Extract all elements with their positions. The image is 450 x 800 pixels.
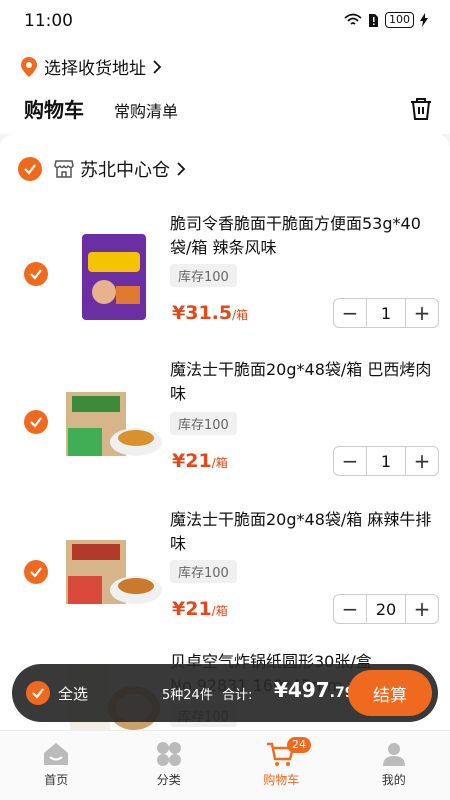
select-all-checkbox[interactable] — [26, 681, 50, 705]
increase-button[interactable]: + — [406, 595, 438, 623]
tab-label: 购物车 — [263, 773, 300, 787]
check-icon — [24, 164, 36, 175]
store-row: 苏北中心仓 — [18, 156, 186, 182]
increase-button[interactable]: + — [406, 447, 438, 475]
product-image-snack-bag[interactable] — [64, 228, 164, 328]
item-price: ¥31.5/箱 — [172, 302, 248, 324]
checkout-button[interactable]: 结算 — [348, 670, 432, 716]
quantity-stepper: − 20 + — [333, 594, 439, 624]
quantity-value[interactable]: 1 — [366, 447, 406, 475]
cart-item: 魔法士干脆面20g*48袋/箱 麻辣牛排味 库存100 ¥21/箱 − 20 + — [0, 502, 450, 652]
item-title[interactable]: 魔法士干脆面20g*48袋/箱 巴西烤肉味 — [170, 358, 440, 406]
store-icon — [54, 160, 74, 178]
total-label: 合计: — [222, 688, 253, 703]
price-unit: /箱 — [211, 604, 228, 618]
cart-item: 魔法士干脆面20g*48袋/箱 巴西烤肉味 库存100 ¥21/箱 − 1 + — [0, 354, 450, 504]
item-title[interactable]: 脆司令香脆面干脆面方便面53g*40袋/箱 辣条风味 — [170, 212, 440, 260]
store-name: 苏北中心仓 — [80, 160, 170, 181]
quantity-value[interactable]: 1 — [366, 299, 406, 327]
tab-cart[interactable]: 购物车 — [24, 94, 84, 123]
profile-icon — [382, 743, 405, 766]
category-icon — [156, 742, 181, 766]
price-decimal: .5 — [211, 302, 233, 324]
status-icons: 100 — [344, 12, 428, 28]
sim-alert-icon — [369, 13, 378, 27]
cart-item: 脆司令香脆面干脆面方便面53g*40袋/箱 辣条风味 库存100 ¥31.5/箱… — [0, 206, 450, 356]
tab-frequent-list[interactable]: 常购清单 — [114, 98, 178, 122]
cart-summary: 5种24件 — [162, 688, 213, 703]
location-pin-icon — [21, 56, 37, 77]
tab-label: 我的 — [381, 773, 406, 787]
price-integer: ¥31 — [172, 302, 212, 324]
store-link[interactable]: 苏北中心仓 — [54, 156, 186, 182]
delete-button[interactable] — [410, 97, 432, 125]
tab-cart[interactable]: 24 购物车 — [225, 731, 338, 800]
item-checkbox[interactable] — [24, 560, 48, 584]
check-icon — [30, 269, 42, 280]
address-label: 选择收货地址 — [44, 59, 146, 79]
checkout-bar: 全选 5种24件 合计: ¥497.79 结算 — [12, 664, 438, 722]
check-icon — [32, 688, 44, 699]
address-selector[interactable]: 选择收货地址 — [20, 54, 162, 79]
top-bar: 选择收货地址 购物车 常购清单 — [0, 42, 450, 134]
charging-icon — [420, 13, 428, 27]
cart-tabs: 购物车 常购清单 — [24, 94, 178, 123]
status-bar: 11:00 100 — [0, 0, 450, 42]
check-icon — [30, 417, 42, 428]
stock-badge: 库存100 — [170, 412, 237, 435]
quantity-stepper: − 1 + — [333, 446, 439, 476]
decrease-button[interactable]: − — [334, 447, 366, 475]
decrease-button[interactable]: − — [334, 299, 366, 327]
item-price: ¥21/箱 — [172, 450, 228, 472]
product-image-noodle-box[interactable] — [64, 374, 164, 474]
item-price: ¥21/箱 — [172, 598, 228, 620]
wifi-icon — [344, 13, 362, 25]
quantity-stepper: − 1 + — [333, 298, 439, 328]
select-all-label[interactable]: 全选 — [58, 683, 88, 704]
price-unit: /箱 — [211, 456, 228, 470]
total-amount: ¥497.79 — [274, 678, 354, 702]
stock-badge: 库存100 — [170, 560, 237, 583]
product-image-noodle-box[interactable] — [64, 522, 164, 622]
price-integer: ¥21 — [172, 450, 212, 472]
total-integer: ¥497 — [274, 678, 330, 702]
tab-home[interactable]: 首页 — [0, 731, 113, 800]
battery-indicator: 100 — [385, 12, 414, 28]
price-integer: ¥21 — [172, 598, 212, 620]
cart-count-badge: 24 — [287, 737, 311, 753]
quantity-value[interactable]: 20 — [366, 595, 406, 623]
item-title[interactable]: 魔法士干脆面20g*48袋/箱 麻辣牛排味 — [170, 508, 440, 556]
bottom-tab-bar: 首页 分类 24 购物车 我的 — [0, 730, 450, 800]
item-checkbox[interactable] — [24, 262, 48, 286]
tab-label: 分类 — [156, 773, 181, 787]
chevron-right-icon — [153, 59, 162, 74]
cart-card: 苏北中心仓 脆司令香脆面干脆面方便面53g*40袋/箱 辣条风味 库存100 ¥… — [0, 134, 450, 754]
tab-profile[interactable]: 我的 — [338, 731, 450, 800]
increase-button[interactable]: + — [406, 299, 438, 327]
store-checkbox[interactable] — [18, 157, 42, 181]
trash-icon — [411, 98, 431, 120]
check-icon — [30, 567, 42, 578]
status-time: 11:00 — [24, 11, 73, 31]
tab-category[interactable]: 分类 — [113, 731, 226, 800]
decrease-button[interactable]: − — [334, 595, 366, 623]
price-unit: /箱 — [232, 308, 249, 322]
home-icon — [44, 743, 69, 765]
tab-label: 首页 — [44, 773, 69, 787]
chevron-right-icon — [177, 162, 186, 176]
stock-badge: 库存100 — [170, 264, 237, 287]
item-checkbox[interactable] — [24, 410, 48, 434]
